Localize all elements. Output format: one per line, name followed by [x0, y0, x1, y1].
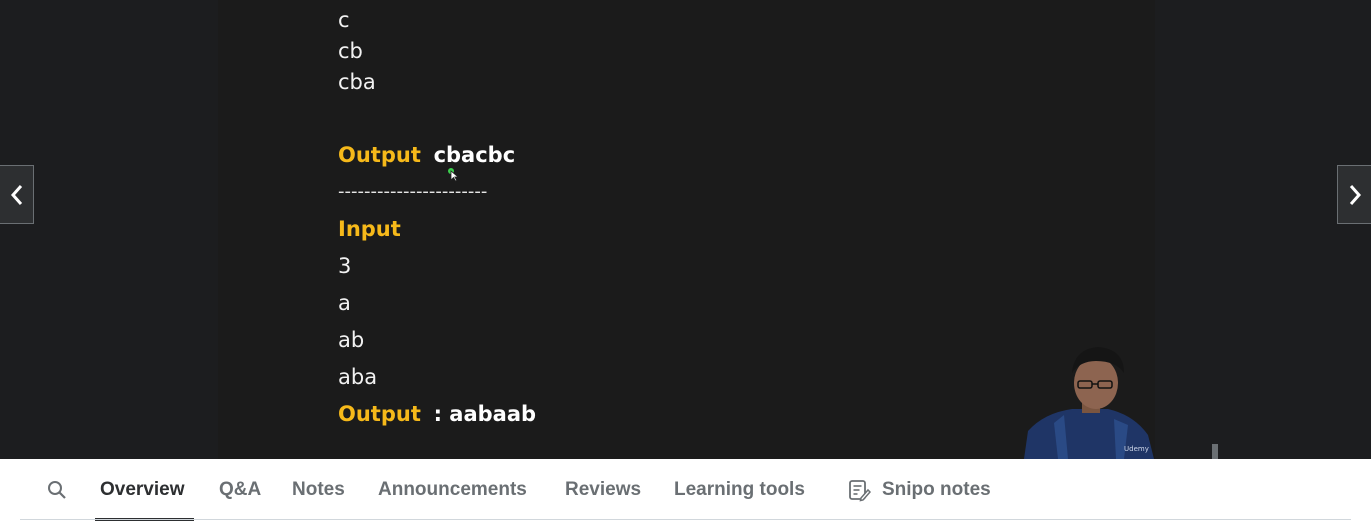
output-value: cbacbc [433, 143, 516, 167]
next-lecture-button[interactable] [1337, 165, 1371, 224]
tab-notes[interactable]: Notes [292, 459, 345, 521]
output-row-2: Output : aabaab [338, 402, 536, 426]
notes-icon [849, 480, 871, 502]
tab-learning-tools[interactable]: Learning tools [674, 459, 805, 521]
output-label: Output [338, 402, 421, 426]
search-tab[interactable] [46, 459, 68, 521]
slide-line: aba [338, 365, 378, 389]
tab-overview[interactable]: Overview [100, 459, 185, 521]
output-row-1: Output cbacbc [338, 143, 515, 167]
mouse-cursor-icon [448, 168, 459, 182]
previous-lecture-button[interactable] [0, 165, 34, 224]
slide-line: ab [338, 328, 365, 352]
tab-label: Snipo notes [882, 479, 991, 500]
output-value: : aabaab [433, 402, 537, 426]
slide-line: a [338, 291, 351, 315]
chevron-left-icon [10, 184, 22, 205]
tab-announcements[interactable]: Announcements [378, 459, 527, 521]
output-label: Output [338, 143, 421, 167]
divider [20, 519, 1351, 520]
slide-line: c [338, 8, 350, 32]
tab-qa[interactable]: Q&A [219, 459, 261, 521]
search-icon [48, 481, 66, 499]
presenter-video: Udemy [1024, 343, 1154, 459]
separator-line: ----------------------- [338, 181, 488, 202]
video-player[interactable]: c cb cba Output cbacbc -----------------… [0, 0, 1371, 459]
slide-line: cba [338, 70, 376, 94]
slide-line: 3 [338, 254, 352, 278]
input-label: Input [338, 217, 401, 241]
chevron-right-icon [1349, 184, 1361, 205]
scroll-handle[interactable] [1212, 444, 1218, 459]
tab-reviews[interactable]: Reviews [565, 459, 641, 521]
course-tab-bar: Overview Q&A Notes Announcements Reviews… [0, 459, 1371, 527]
tab-snipo-notes[interactable]: Snipo notes [847, 459, 991, 521]
udemy-watermark: Udemy [1124, 445, 1149, 453]
slide-line: cb [338, 39, 363, 63]
